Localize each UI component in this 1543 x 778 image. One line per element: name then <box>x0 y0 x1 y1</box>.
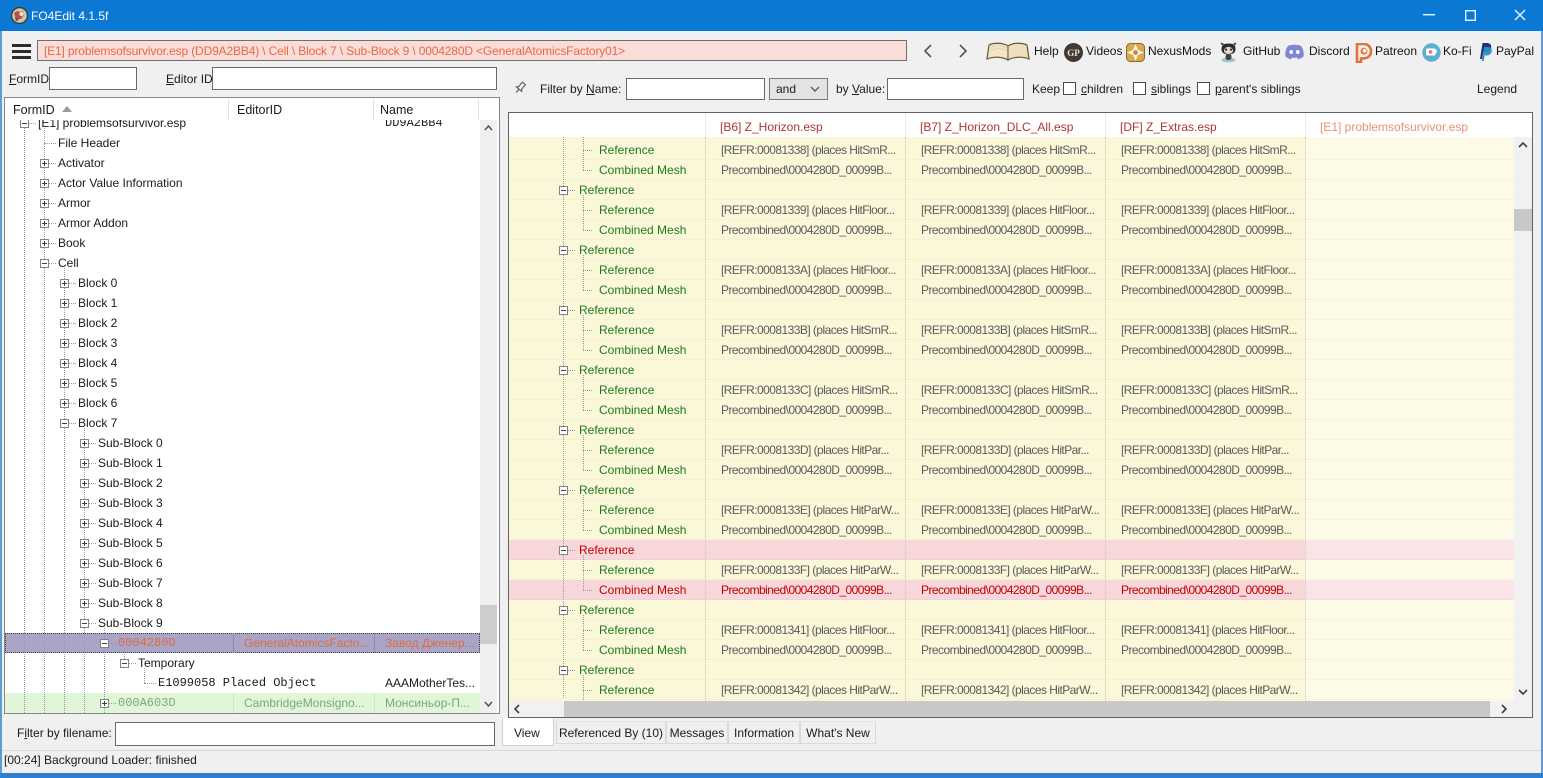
svg-text:GP: GP <box>1067 48 1080 58</box>
